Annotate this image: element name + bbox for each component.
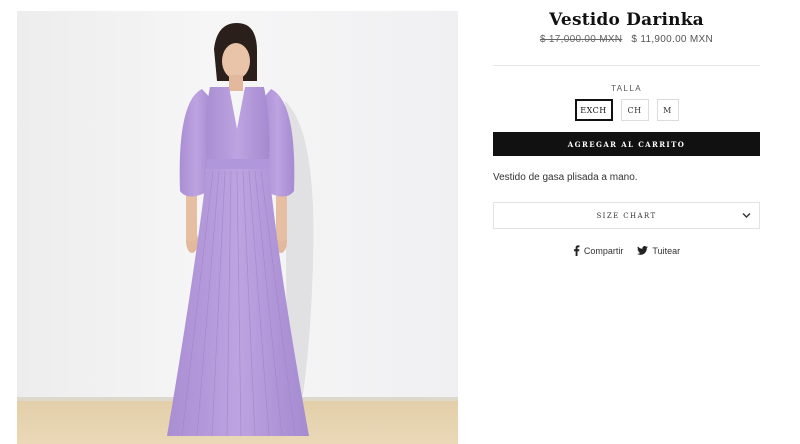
share-twitter-link[interactable]: Tuitear [637, 245, 680, 256]
size-option-m[interactable]: M [656, 99, 679, 121]
share-facebook-label: Compartir [583, 245, 624, 256]
chevron-down-icon [742, 213, 751, 218]
add-to-cart-button[interactable]: AGREGAR AL CARRITO [493, 132, 760, 156]
size-option-exch[interactable]: EXCH [574, 99, 613, 121]
share-twitter-label: Tuitear [652, 245, 681, 256]
sale-price: $ 11,900.00 MXN [631, 34, 713, 45]
divider [493, 65, 760, 66]
size-chart-toggle[interactable]: SIZE CHART [493, 202, 760, 229]
size-chart-label: SIZE CHART [596, 211, 657, 220]
product-image[interactable] [17, 11, 458, 444]
twitter-icon [637, 246, 649, 255]
original-price: $ 17,000.00 MXN [539, 34, 623, 45]
share-links: Compartir Tuitear [493, 245, 760, 256]
product-title: Vestido Darinka [549, 10, 704, 30]
size-options: EXCH CH M [493, 99, 760, 121]
size-label: TALLA [611, 84, 642, 93]
size-option-ch[interactable]: CH [620, 99, 649, 121]
facebook-icon [573, 245, 580, 256]
model-figure [167, 23, 314, 437]
product-description: Vestido de gasa plisada a mano. [493, 172, 638, 183]
price-row: $ 17,000.00 MXN $ 11,900.00 MXN [493, 34, 760, 45]
share-facebook-link[interactable]: Compartir [573, 245, 624, 256]
